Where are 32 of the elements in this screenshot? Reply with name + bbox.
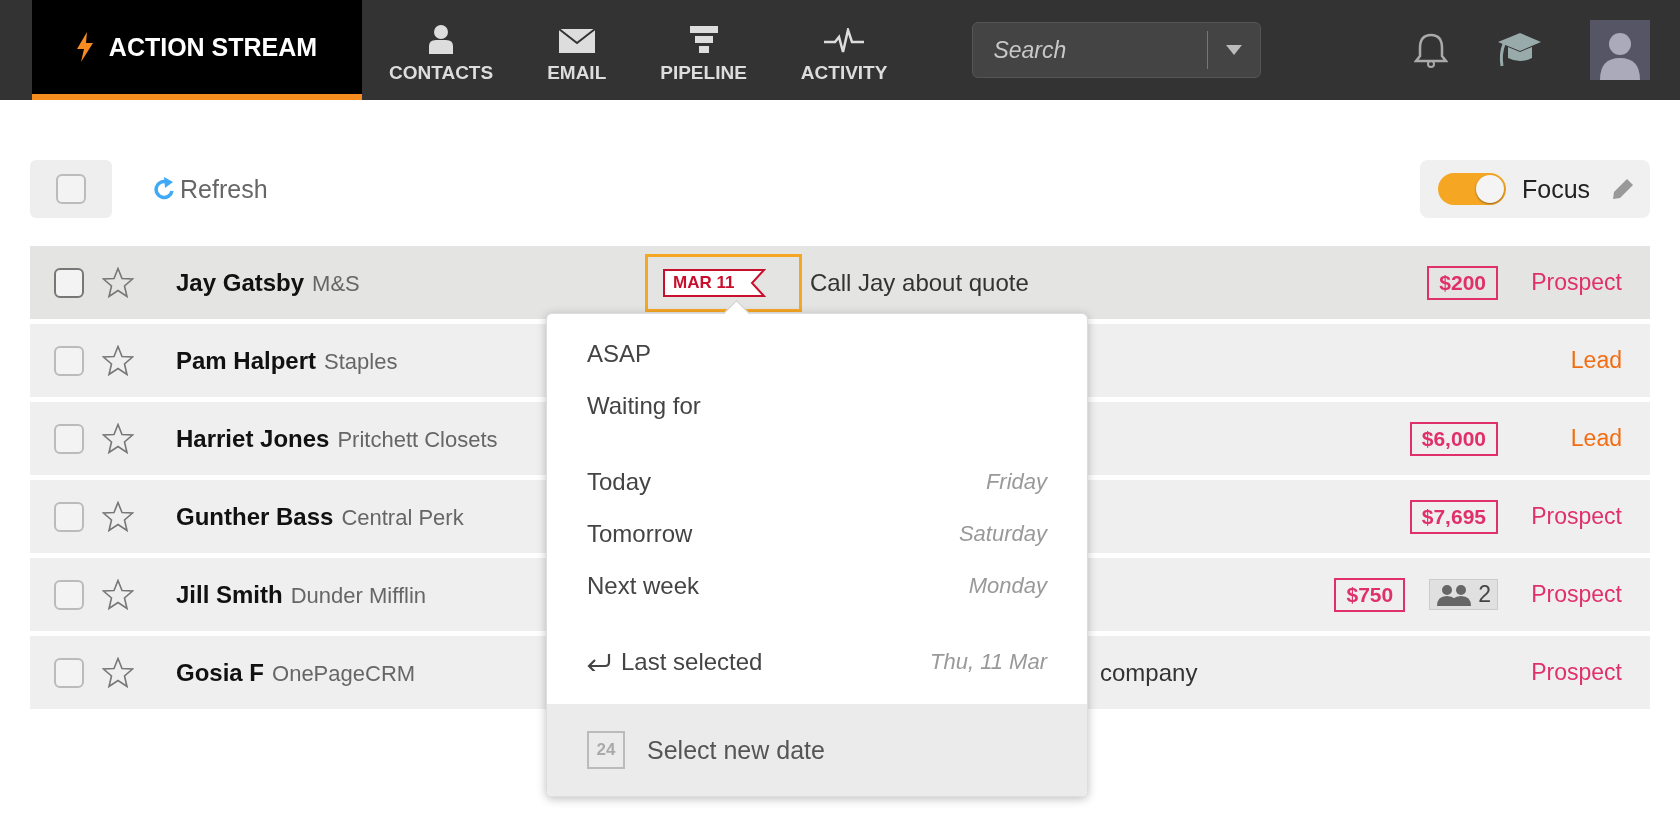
- status-label: Prospect: [1530, 659, 1622, 686]
- count-text: 2: [1478, 581, 1491, 608]
- menu-item-label: Today: [587, 468, 652, 496]
- company-name: Dunder Mifflin: [290, 582, 426, 609]
- menu-item-hint: Thu, 11 Mar: [930, 649, 1047, 675]
- status-label: Lead: [1569, 347, 1622, 374]
- menu-item-label: Waiting for: [587, 392, 701, 420]
- deal-amount: $200: [1427, 265, 1498, 300]
- menu-item-hint: Friday: [985, 469, 1047, 495]
- company-name: Staples: [324, 348, 398, 375]
- menu-item-label: ASAP: [587, 340, 652, 368]
- select-date-label: Select new date: [647, 735, 825, 765]
- status-label: Lead: [1569, 425, 1622, 452]
- menu-item-label: Last selected: [621, 648, 763, 676]
- company-name: OnePageCRM: [272, 660, 416, 687]
- menu-item-hint: Saturday: [958, 521, 1047, 547]
- menu-item-hint: Monday: [968, 573, 1047, 599]
- company-name: M&S: [312, 270, 360, 297]
- status-label: Prospect: [1530, 503, 1622, 530]
- deal-amount: $750: [1334, 577, 1406, 612]
- task-text: Call Jay about quote: [810, 268, 1029, 297]
- menu-item-label: Tomorrow: [587, 520, 693, 548]
- task-text: company: [1100, 658, 1198, 687]
- company-name: Pritchett Closets: [337, 426, 498, 453]
- deal-amount: $6,000: [1409, 421, 1498, 456]
- status-label: Prospect: [1530, 581, 1622, 608]
- company-name: Central Perk: [341, 504, 464, 531]
- focus-label: Focus: [1522, 174, 1591, 204]
- menu-item-label: Next week: [587, 572, 700, 600]
- calendar-icon: 24: [587, 731, 625, 769]
- deal-amount: $7,695: [1409, 499, 1498, 534]
- status-label: Prospect: [1530, 269, 1622, 296]
